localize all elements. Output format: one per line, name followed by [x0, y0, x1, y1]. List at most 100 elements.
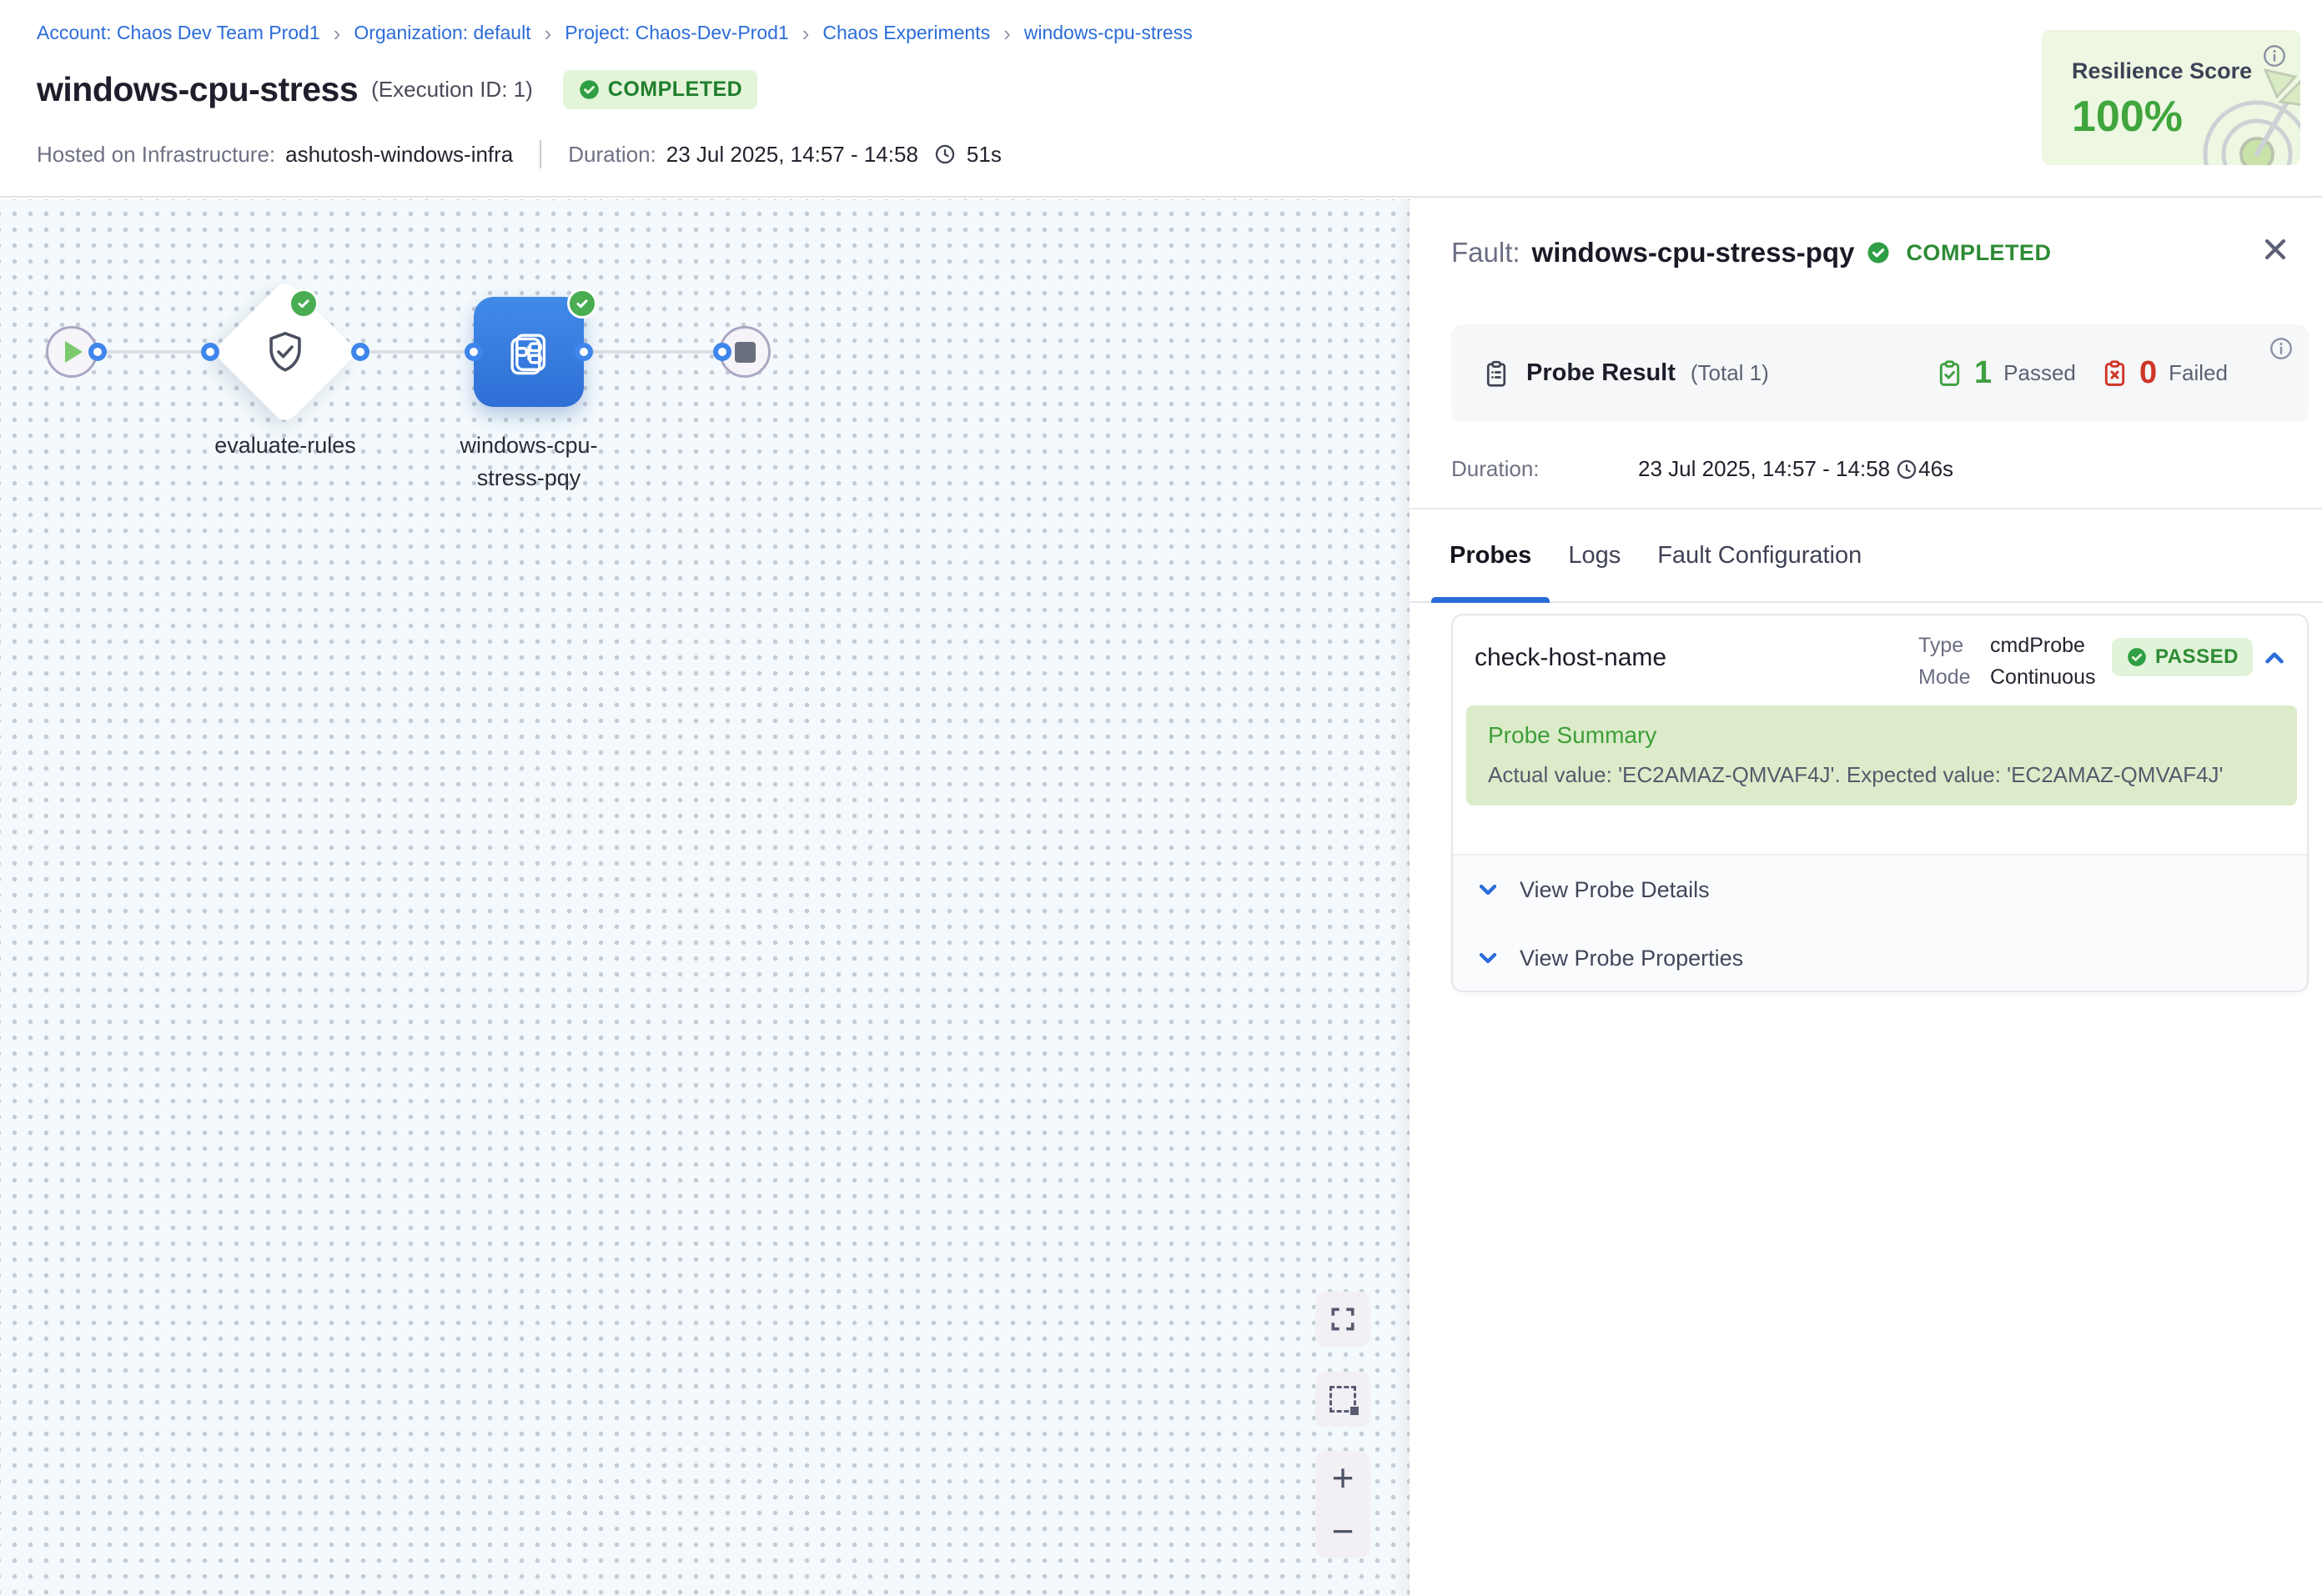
breadcrumb: Account: Chaos Dev Team Prod1 › Organiza… — [37, 22, 1193, 44]
clipboard-icon — [1481, 359, 1511, 389]
check-circle-icon — [578, 78, 601, 101]
chevron-down-icon — [1475, 945, 1501, 971]
experiment-status-label: COMPLETED — [608, 78, 742, 102]
connector-point — [465, 343, 483, 361]
duration-seconds: 46s — [1918, 456, 1953, 482]
passed-label: Passed — [2003, 360, 2076, 386]
clipboard-x-icon — [2100, 359, 2129, 388]
close-icon — [2261, 235, 2289, 263]
chevron-down-icon — [1475, 876, 1501, 903]
failed-label: Failed — [2169, 360, 2228, 386]
fault-details-panel: Fault: windows-cpu-stress-pqy COMPLETED … — [1410, 199, 2322, 1596]
fault-label: Fault: — [1451, 237, 1520, 269]
info-icon[interactable] — [2262, 43, 2287, 68]
success-check-badge — [567, 289, 597, 319]
breadcrumb-link-account[interactable]: Account: Chaos Dev Team Prod1 — [37, 22, 320, 44]
breadcrumb-link-project[interactable]: Project: Chaos-Dev-Prod1 — [565, 22, 788, 44]
connector-point — [88, 343, 107, 361]
clock-icon — [933, 143, 957, 166]
tab-fault-configuration[interactable]: Fault Configuration — [1639, 509, 1880, 601]
page-title: windows-cpu-stress — [37, 70, 358, 109]
chevron-right-icon: › — [1002, 23, 1013, 44]
probe-summary-title: Probe Summary — [1488, 722, 2275, 749]
zoom-in-button[interactable]: + — [1315, 1451, 1370, 1504]
check-circle-icon — [1866, 240, 1891, 265]
probe-result-title: Probe Result — [1526, 359, 1676, 387]
probe-card-header: check-host-name Type cmdProbe Mode Conti… — [1453, 615, 2307, 700]
probe-type-value: cmdProbe — [1990, 630, 2085, 661]
connector-point — [201, 343, 219, 361]
check-circle-icon — [2126, 646, 2148, 668]
duration-label: Duration: — [1451, 456, 1638, 482]
probe-type-mode: Type cmdProbe Mode Continuous — [1918, 630, 2095, 693]
node-label-windows-cpu-stress-pqy: windows-cpu-stress-pqy — [445, 429, 612, 494]
duration-label: Duration: — [568, 142, 656, 168]
probe-type-label: Type — [1918, 630, 1975, 661]
marquee-select-icon — [1329, 1386, 1356, 1413]
probe-status-badge: PASSED — [2112, 638, 2253, 676]
chevron-right-icon: › — [543, 23, 554, 44]
chevron-right-icon: › — [332, 23, 343, 44]
resilience-score-label: Resilience Score — [2072, 58, 2252, 84]
info-icon[interactable] — [2269, 336, 2294, 361]
fault-duration-row: Duration: 23 Jul 2025, 14:57 - 14:58 46s — [1451, 456, 1953, 482]
connector-point — [713, 343, 731, 361]
chevron-up-icon — [2260, 644, 2289, 672]
stop-icon — [735, 342, 756, 363]
clipboard-check-icon — [1935, 359, 1964, 388]
zoom-controls: + − — [1315, 1451, 1370, 1558]
view-probe-details-row[interactable]: View Probe Details — [1453, 856, 2307, 924]
connector-point — [351, 343, 369, 361]
duration-seconds: 51s — [967, 142, 1002, 168]
failed-count-group: 0 Failed — [2100, 324, 2228, 422]
node-evaluate-rules[interactable] — [212, 279, 358, 424]
zoom-out-button[interactable]: − — [1315, 1504, 1370, 1558]
fullscreen-button[interactable] — [1315, 1292, 1370, 1347]
view-probe-properties-label: View Probe Properties — [1520, 946, 1743, 971]
passed-count: 1 — [1974, 355, 1992, 391]
clock-icon — [1895, 458, 1918, 481]
fault-header: Fault: windows-cpu-stress-pqy COMPLETED — [1451, 233, 2051, 273]
failed-count: 0 — [2139, 355, 2157, 391]
success-check-badge — [289, 289, 319, 319]
probe-name: check-host-name — [1475, 615, 1666, 700]
fault-status-label: COMPLETED — [1906, 240, 2051, 266]
node-label-evaluate-rules: evaluate-rules — [185, 429, 385, 462]
page-header: Account: Chaos Dev Team Prod1 › Organiza… — [0, 0, 2322, 198]
pipeline-connector-line — [83, 350, 734, 354]
duration-value: 23 Jul 2025, 14:57 - 14:58 — [1638, 456, 1890, 482]
breadcrumb-link-chaos-experiments[interactable]: Chaos Experiments — [822, 22, 990, 44]
node-windows-cpu-stress-pqy[interactable] — [474, 297, 584, 407]
chevron-right-icon: › — [801, 23, 812, 44]
probe-mode-value: Continuous — [1990, 661, 2095, 693]
duration-value: 23 Jul 2025, 14:57 - 14:58 — [666, 142, 918, 168]
view-probe-properties-row[interactable]: View Probe Properties — [1453, 924, 2307, 992]
breadcrumb-link-current[interactable]: windows-cpu-stress — [1024, 22, 1193, 44]
fullscreen-icon — [1329, 1306, 1356, 1333]
tab-logs[interactable]: Logs — [1550, 509, 1639, 601]
tab-probes[interactable]: Probes — [1431, 509, 1550, 601]
hosted-value: ashutosh-windows-infra — [285, 142, 513, 168]
play-icon — [65, 341, 83, 363]
resilience-score-card: Resilience Score 100% — [2042, 30, 2300, 165]
probe-result-total: (Total 1) — [1691, 360, 1769, 386]
probe-summary: Probe Summary Actual value: 'EC2AMAZ-QMV… — [1466, 705, 2297, 806]
shield-check-icon — [261, 328, 309, 376]
resilience-score-value: 100% — [2072, 92, 2183, 142]
marquee-select-button[interactable] — [1315, 1372, 1370, 1427]
probe-mode-label: Mode — [1918, 661, 1975, 693]
probe-summary-text: Actual value: 'EC2AMAZ-QMVAF4J'. Expecte… — [1488, 762, 2275, 788]
divider — [540, 140, 541, 168]
probe-result-card: Probe Result (Total 1) 1 Passed 0 Failed — [1451, 324, 2309, 422]
close-panel-button[interactable] — [2260, 234, 2290, 264]
fault-name: windows-cpu-stress-pqy — [1532, 237, 1855, 269]
probe-card-check-host-name: check-host-name Type cmdProbe Mode Conti… — [1451, 614, 2309, 992]
collapse-probe-button[interactable] — [2260, 644, 2289, 672]
pipeline-canvas[interactable]: evaluate-rules windows-cpu-stress-pqy + … — [0, 199, 1410, 1596]
execution-id: (Execution ID: 1) — [371, 77, 533, 103]
hosted-label: Hosted on Infrastructure: — [37, 142, 275, 168]
probe-status-label: PASSED — [2155, 645, 2239, 669]
view-probe-details-label: View Probe Details — [1520, 877, 1710, 903]
experiment-status-badge: COMPLETED — [563, 70, 757, 109]
breadcrumb-link-organization[interactable]: Organization: default — [354, 22, 530, 44]
